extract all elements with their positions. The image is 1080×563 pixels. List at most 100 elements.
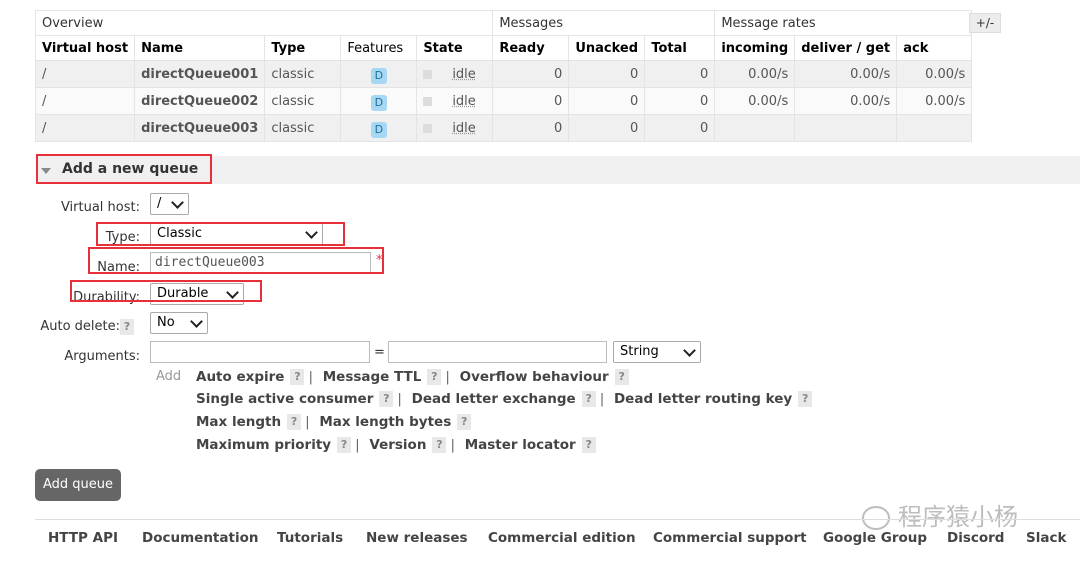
arg-single-active-consumer-link[interactable]: Single active consumer — [196, 391, 373, 407]
group-messages: Messages — [492, 10, 716, 36]
col-type[interactable]: Type — [264, 35, 342, 61]
queue-name-input[interactable]: directQueue003 — [150, 252, 371, 274]
arg-dead-letter-routing-key-link[interactable]: Dead letter routing key — [614, 391, 792, 407]
queue-link[interactable]: directQueue003 — [134, 114, 266, 142]
footer-link-http-api[interactable]: HTTP API — [48, 530, 118, 546]
type-select-value: Classic — [157, 226, 202, 241]
argument-value-input[interactable] — [388, 341, 607, 363]
queue-link[interactable]: directQueue002 — [134, 87, 266, 115]
type-select[interactable]: Classic — [150, 223, 323, 245]
arg-master-locator-link[interactable]: Master locator — [465, 437, 576, 453]
cell-type: classic — [264, 87, 342, 115]
add-argument-label: Add — [156, 369, 182, 384]
help-icon[interactable]: ? — [581, 391, 596, 407]
help-icon[interactable]: ? — [457, 414, 472, 430]
cell-state: idle — [452, 66, 476, 82]
footer-divider — [35, 519, 1080, 520]
arg-auto-expire-link[interactable]: Auto expire — [196, 369, 284, 385]
help-icon[interactable]: ? — [287, 414, 302, 430]
cell-incoming: 0.00/s — [714, 60, 796, 88]
cell-ready: 0 — [492, 87, 570, 115]
col-deliver-get[interactable]: deliver / get — [794, 35, 898, 61]
add-queue-section-title[interactable]: Add a new queue — [62, 161, 198, 177]
footer-link-tutorials[interactable]: Tutorials — [277, 530, 343, 546]
col-ready[interactable]: Ready — [492, 35, 570, 61]
col-unacked[interactable]: Unacked — [568, 35, 646, 61]
argument-key-input[interactable] — [150, 341, 370, 363]
col-incoming[interactable]: incoming — [714, 35, 796, 61]
required-mark: * — [376, 253, 383, 268]
argument-shortcuts-line-1: Auto expire? | Message TTL? | Overflow beh… — [196, 369, 633, 385]
columns-toggle-button[interactable]: +/- — [969, 13, 1001, 33]
cell-ack — [896, 114, 973, 142]
chevron-down-icon — [226, 286, 239, 299]
cell-unacked: 0 — [568, 114, 646, 142]
help-icon[interactable]: ? — [798, 391, 813, 407]
cell-total: 0 — [644, 87, 716, 115]
arg-max-length-link[interactable]: Max length — [196, 414, 281, 430]
table-row: / directQueue002 classic D idle 0 0 0 0.… — [34, 87, 973, 115]
col-virtual-host[interactable]: Virtual host — [34, 35, 136, 61]
cell-type: classic — [264, 60, 342, 88]
arg-overflow-behaviour-link[interactable]: Overflow behaviour — [460, 369, 609, 385]
help-icon[interactable]: ? — [432, 437, 447, 453]
help-icon[interactable]: ? — [337, 437, 352, 453]
cell-ack: 0.00/s — [896, 60, 973, 88]
footer-link-discord[interactable]: Discord — [947, 530, 1004, 546]
help-icon[interactable]: ? — [379, 391, 394, 407]
argument-type-select[interactable]: String — [613, 341, 701, 363]
footer-link-slack[interactable]: Slack — [1026, 530, 1066, 546]
arg-dead-letter-exchange-link[interactable]: Dead letter exchange — [412, 391, 576, 407]
type-label: Type: — [105, 230, 140, 245]
autodelete-help-icon[interactable]: ? — [120, 319, 134, 335]
footer-link-documentation[interactable]: Documentation — [142, 530, 258, 546]
group-overview: Overview — [34, 10, 494, 36]
chevron-down-icon — [683, 344, 696, 357]
chevron-down-icon — [305, 226, 318, 239]
help-icon[interactable]: ? — [427, 369, 442, 385]
col-state[interactable]: State — [416, 35, 494, 61]
table-row: / directQueue003 classic D idle 0 0 0 — [34, 114, 973, 142]
cell-type: classic — [264, 114, 342, 142]
argument-shortcuts-line-2: Single active consumer? | Dead letter exc… — [196, 391, 816, 407]
arg-message-ttl-link[interactable]: Message TTL — [323, 369, 422, 385]
state-indicator-icon — [423, 69, 433, 79]
arg-max-length-bytes-link[interactable]: Max length bytes — [319, 414, 451, 430]
cell-ready: 0 — [492, 60, 570, 88]
col-features: Features — [340, 35, 418, 61]
arg-version-link[interactable]: Version — [369, 437, 426, 453]
cell-incoming: 0.00/s — [714, 87, 796, 115]
arg-maximum-priority-link[interactable]: Maximum priority — [196, 437, 331, 453]
help-icon[interactable]: ? — [581, 437, 596, 453]
help-icon[interactable]: ? — [290, 369, 305, 385]
col-total[interactable]: Total — [644, 35, 716, 61]
queue-link[interactable]: directQueue001 — [134, 60, 266, 88]
collapse-arrow-icon[interactable] — [41, 168, 51, 174]
equals-sign: = — [374, 345, 385, 360]
cell-total: 0 — [644, 60, 716, 88]
vhost-select-value: / — [157, 196, 162, 211]
add-queue-button[interactable]: Add queue — [35, 469, 121, 501]
help-icon[interactable]: ? — [614, 369, 629, 385]
footer-link-new-releases[interactable]: New releases — [366, 530, 468, 546]
cell-ack: 0.00/s — [896, 87, 973, 115]
durable-badge: D — [370, 95, 387, 111]
vhost-select[interactable]: / — [150, 193, 189, 215]
durability-select[interactable]: Durable — [150, 283, 244, 305]
durable-badge: D — [370, 68, 387, 84]
cell-unacked: 0 — [568, 60, 646, 88]
col-ack[interactable]: ack — [896, 35, 973, 61]
autodelete-select[interactable]: No — [150, 312, 208, 334]
footer-link-commercial-support[interactable]: Commercial support — [653, 530, 807, 546]
group-message-rates: Message rates — [714, 10, 973, 36]
cell-deliver-get: 0.00/s — [794, 60, 898, 88]
arguments-label: Arguments: — [64, 349, 140, 364]
vhost-label: Virtual host: — [60, 200, 140, 215]
col-name[interactable]: Name — [134, 35, 266, 61]
argument-shortcuts-line-4: Maximum priority? | Version? | Master loca… — [196, 437, 600, 453]
footer-link-google-group[interactable]: Google Group — [823, 530, 927, 546]
chevron-down-icon — [171, 196, 184, 209]
watermark-text: 程序猿小杨 — [898, 503, 1018, 531]
cell-vhost: / — [34, 60, 136, 88]
footer-link-commercial-edition[interactable]: Commercial edition — [488, 530, 636, 546]
